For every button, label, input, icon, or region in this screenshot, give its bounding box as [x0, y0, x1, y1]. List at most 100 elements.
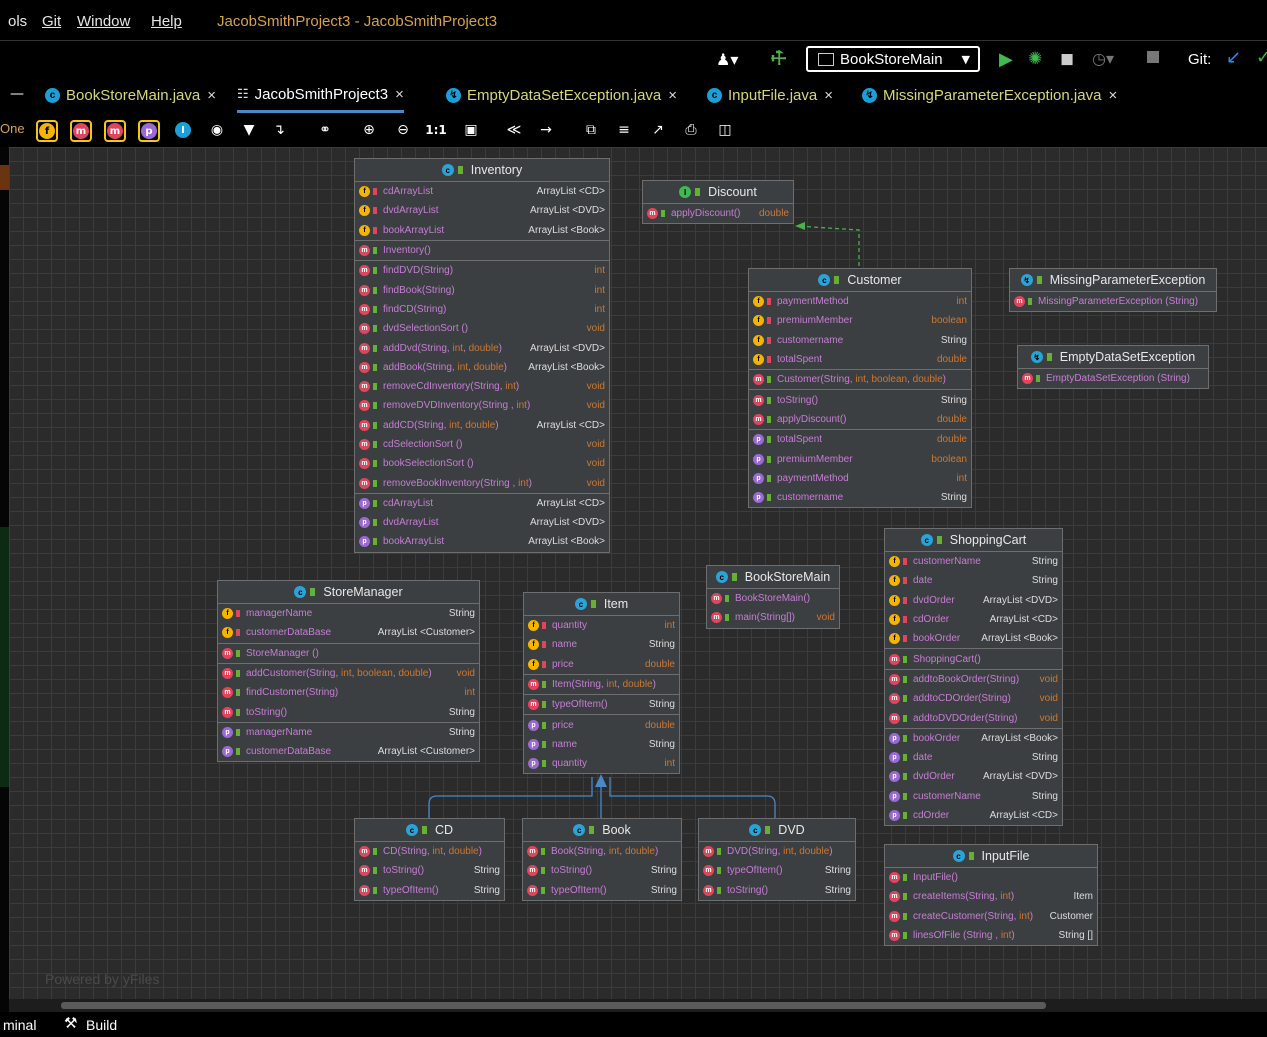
- method-row[interactable]: m createItems(String, int) Item: [885, 887, 1097, 906]
- fit-content-icon[interactable]: ▣: [460, 119, 482, 141]
- property-row[interactable]: p premiumMember boolean: [749, 449, 971, 468]
- tab-diagram[interactable]: ☷ JacobSmithProject3 ×: [237, 78, 404, 113]
- class-node-emptydatasetexception[interactable]: ↯ EmptyDataSetException m EmptyDataSetExcep…: [1017, 345, 1209, 390]
- method-row[interactable]: m Book(String, int, double): [523, 842, 681, 861]
- method-row[interactable]: m typeOfItem() String: [699, 861, 855, 880]
- method-row[interactable]: m main(String[]) void: [707, 608, 839, 627]
- method-row[interactable]: m findCD(String) int: [355, 300, 609, 319]
- git-commit-icon[interactable]: ✓: [1256, 47, 1267, 68]
- method-row[interactable]: m addCD(String, int, double) ArrayList <CD…: [355, 416, 609, 435]
- close-icon[interactable]: ×: [824, 87, 833, 104]
- property-row[interactable]: p bookArrayList ArrayList <Book>: [355, 532, 609, 551]
- property-row[interactable]: p date String: [885, 748, 1062, 767]
- apply-layout-icon[interactable]: →: [535, 119, 557, 141]
- constructor-row[interactable]: m StoreManager (): [218, 642, 479, 663]
- class-header[interactable]: c Customer: [749, 269, 971, 292]
- method-row[interactable]: m addDvd(String, int, double) ArrayList <D…: [355, 338, 609, 357]
- class-header[interactable]: c CD: [355, 819, 504, 842]
- menu-tools[interactable]: ols: [8, 13, 27, 30]
- build-tool-button[interactable]: Build: [86, 1017, 117, 1033]
- user-icon[interactable]: ♟▾: [716, 50, 738, 69]
- field-row[interactable]: f bookArrayList ArrayList <Book>: [355, 221, 609, 240]
- field-row[interactable]: f managerName String: [218, 604, 479, 623]
- methods-toggle-icon[interactable]: m: [104, 120, 126, 142]
- method-row[interactable]: m addCustomer(String, int, boolean, doubl…: [218, 662, 479, 683]
- method-row[interactable]: m findCustomer(String) int: [218, 683, 479, 702]
- field-row[interactable]: f premiumMember boolean: [749, 311, 971, 330]
- class-node-dvd[interactable]: c DVD m DVD(String, int, double) m typeOfItem…: [698, 818, 856, 901]
- collapse-icon[interactable]: —: [10, 86, 24, 102]
- property-row[interactable]: p customerDataBase ArrayList <Customer>: [218, 742, 479, 761]
- open-external-icon[interactable]: ↗: [647, 119, 669, 141]
- method-row[interactable]: m toString() String: [355, 861, 504, 880]
- field-row[interactable]: f cdArrayList ArrayList <CD>: [355, 182, 609, 201]
- method-row[interactable]: m dvdSelectionSort () void: [355, 319, 609, 338]
- method-row[interactable]: m toString() String: [749, 389, 971, 409]
- class-node-customer[interactable]: c Customer f paymentMethod int f premiumMember…: [748, 268, 972, 509]
- save-icon[interactable]: ◫: [714, 119, 736, 141]
- class-node-storemanager[interactable]: c StoreManager f managerName String f customer…: [217, 580, 480, 763]
- field-row[interactable]: f totalSpent double: [749, 350, 971, 369]
- method-row[interactable]: m typeOfItem() String: [355, 881, 504, 900]
- class-node-item[interactable]: c Item f quantity int f name String f price double…: [523, 592, 680, 775]
- method-row[interactable]: m InputFile(): [885, 868, 1097, 887]
- property-row[interactable]: p cdOrder ArrayList <CD>: [885, 806, 1062, 825]
- class-header[interactable]: c Item: [524, 593, 679, 616]
- zoom-in-icon[interactable]: ⊕: [358, 119, 380, 141]
- field-row[interactable]: f date String: [885, 571, 1062, 590]
- class-node-cd[interactable]: c CD m CD(String, int, double) m toString() St…: [354, 818, 505, 901]
- close-icon[interactable]: ×: [207, 87, 216, 104]
- terminal-tool-button[interactable]: minal: [3, 1017, 36, 1033]
- method-row[interactable]: m typeOfItem() String: [523, 881, 681, 900]
- method-row[interactable]: m addtoDVDOrder(String) void: [885, 708, 1062, 727]
- property-row[interactable]: p customername String: [749, 488, 971, 507]
- zoom-out-icon[interactable]: ⊖: [392, 119, 414, 141]
- close-icon[interactable]: ×: [1108, 87, 1117, 104]
- tab-missingparameterexception[interactable]: ↯ MissingParameterException.java ×: [862, 78, 1117, 113]
- actual-size-button[interactable]: 1:1: [425, 119, 447, 141]
- class-node-discount[interactable]: I Discount m applyDiscount() double: [642, 180, 794, 225]
- debug-icon[interactable]: ✺: [1028, 49, 1042, 69]
- property-row[interactable]: p bookOrder ArrayList <Book>: [885, 727, 1062, 748]
- class-header[interactable]: ↯ EmptyDataSetException: [1018, 346, 1208, 369]
- method-row[interactable]: m cdSelectionSort () void: [355, 435, 609, 454]
- properties-toggle-icon[interactable]: p: [138, 120, 160, 142]
- build-hammer-icon[interactable]: ⚒: [766, 45, 792, 71]
- method-row[interactable]: m removeBookInventory(String , int) void: [355, 473, 609, 492]
- method-row[interactable]: m linesOfFile (String , int) String []: [885, 926, 1097, 945]
- method-row[interactable]: m toString() String: [523, 861, 681, 880]
- scrollbar-thumb[interactable]: [61, 1002, 1046, 1009]
- method-row[interactable]: m addtoCDOrder(String) void: [885, 689, 1062, 708]
- class-header[interactable]: c DVD: [699, 819, 855, 842]
- property-row[interactable]: p customerName String: [885, 787, 1062, 806]
- field-row[interactable]: f dvdOrder ArrayList <DVD>: [885, 591, 1062, 610]
- class-header[interactable]: c Inventory: [355, 159, 609, 182]
- property-row[interactable]: p managerName String: [218, 721, 479, 742]
- method-row[interactable]: m bookSelectionSort () void: [355, 454, 609, 473]
- tab-inputfile[interactable]: c InputFile.java ×: [707, 78, 833, 113]
- constructors-toggle-icon[interactable]: m: [70, 120, 92, 142]
- method-row[interactable]: m DVD(String, int, double): [699, 842, 855, 861]
- menu-window[interactable]: Window: [77, 13, 130, 30]
- method-row[interactable]: m applyDiscount() double: [643, 204, 793, 223]
- class-node-inventory[interactable]: c Inventory f cdArrayList ArrayList <CD> f dvd…: [354, 158, 610, 553]
- method-row[interactable]: m typeOfItem() String: [524, 694, 679, 714]
- inner-classes-icon[interactable]: I: [172, 119, 194, 141]
- constructor-row[interactable]: m ShoppingCart(): [885, 648, 1062, 668]
- field-row[interactable]: f price double: [524, 655, 679, 674]
- class-header[interactable]: ↯ MissingParameterException: [1010, 269, 1216, 292]
- class-header[interactable]: c BookStoreMain: [707, 566, 839, 589]
- method-row[interactable]: m findDVD(String) int: [355, 260, 609, 280]
- field-row[interactable]: f customername String: [749, 331, 971, 350]
- uml-diagram-canvas[interactable]: c Inventory f cdArrayList ArrayList <CD> f dvd…: [9, 147, 1267, 999]
- dependencies-icon[interactable]: ↴: [268, 119, 290, 141]
- stop-icon[interactable]: [1147, 51, 1159, 63]
- property-row[interactable]: p paymentMethod int: [749, 469, 971, 488]
- field-row[interactable]: f dvdArrayList ArrayList <DVD>: [355, 201, 609, 220]
- layout-icon[interactable]: ≪: [503, 119, 525, 141]
- link-icon[interactable]: ⚭: [314, 119, 336, 141]
- method-row[interactable]: m addtoBookOrder(String) void: [885, 668, 1062, 689]
- class-header[interactable]: c ShoppingCart: [885, 529, 1062, 552]
- method-row[interactable]: m applyDiscount() double: [749, 410, 971, 429]
- method-row[interactable]: m findBook(String) int: [355, 280, 609, 299]
